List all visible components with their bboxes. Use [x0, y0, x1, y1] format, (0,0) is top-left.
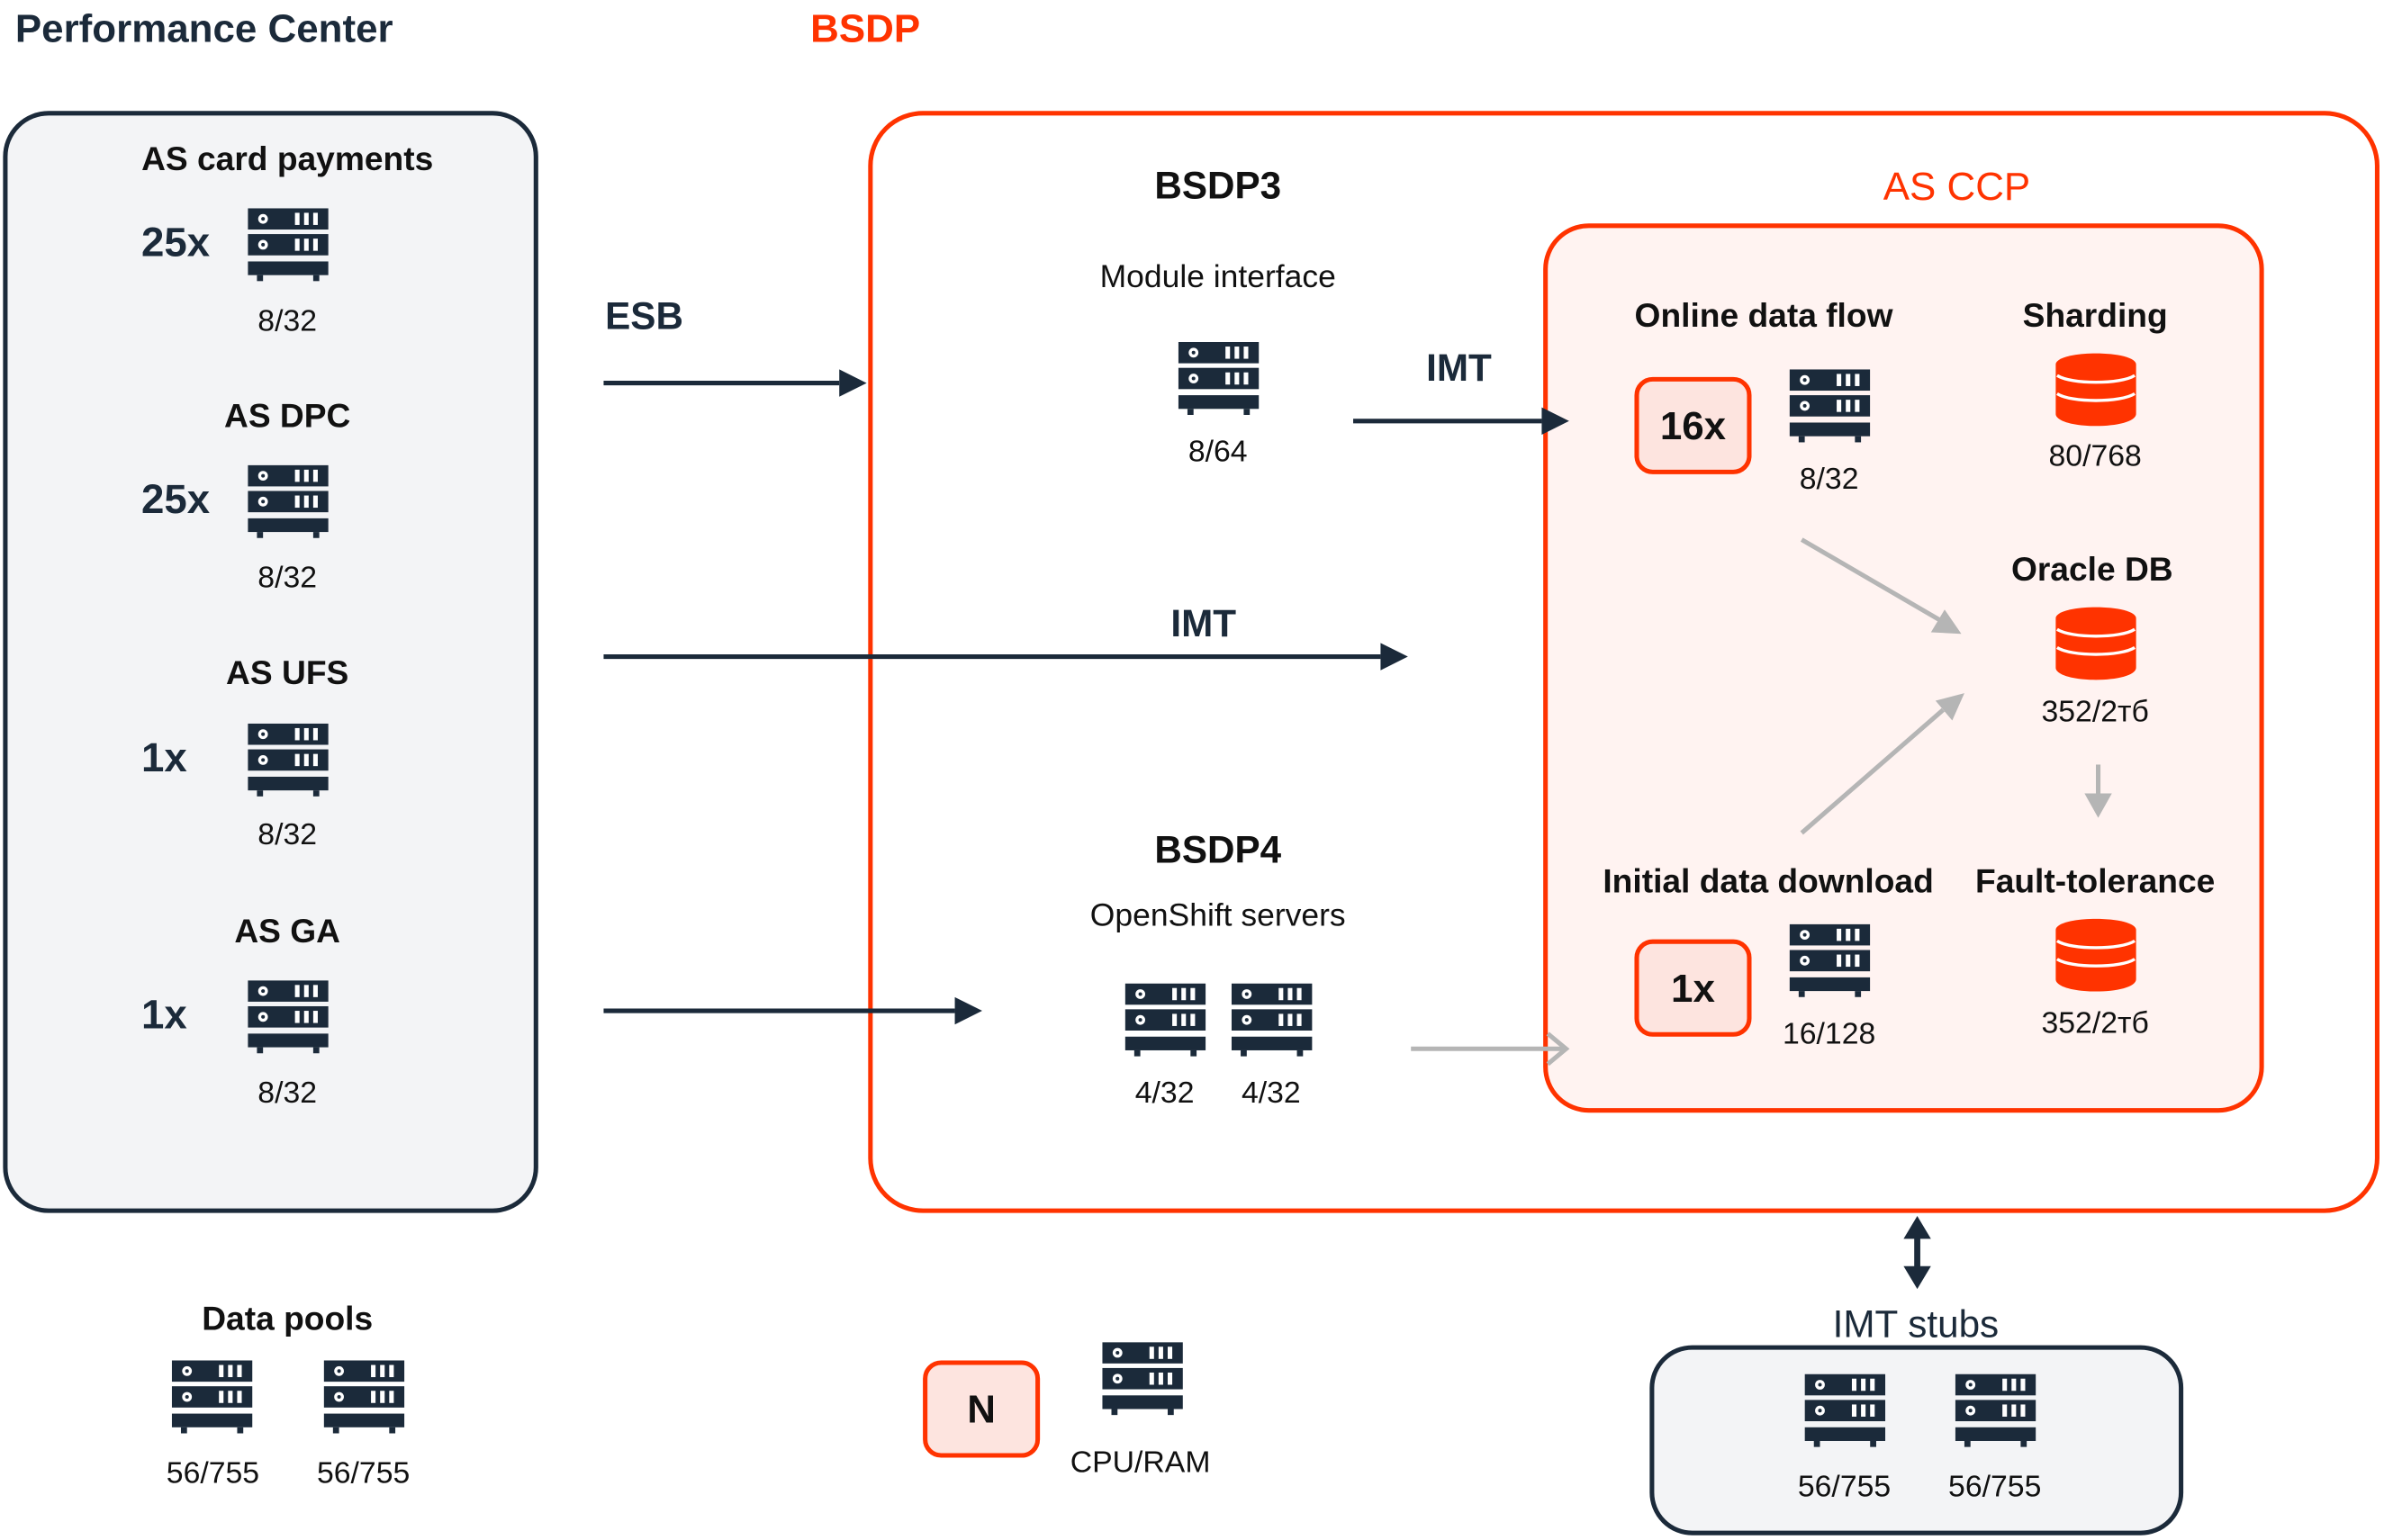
server-rack-icon: [1955, 1373, 2036, 1447]
server-rack-icon: [1124, 983, 1206, 1057]
online-data-flow-label: Online data flow: [1634, 296, 1893, 335]
group-count: 1x: [141, 734, 187, 781]
stub-spec: 56/755: [1797, 1470, 1892, 1505]
initial-data-download-label: Initial data download: [1603, 861, 1934, 900]
group-name: AS DPC: [223, 396, 351, 435]
server-rack-icon: [248, 723, 329, 797]
stub-spec: 56/755: [1948, 1470, 2042, 1505]
online-spec: 8/32: [1799, 463, 1859, 497]
database-icon: [2055, 353, 2136, 428]
sharding-spec: 80/768: [2048, 439, 2142, 474]
database-icon: [2055, 918, 2136, 993]
server-rack-icon: [1804, 1373, 1886, 1447]
architecture-diagram: Performance Center BSDP AS card payments…: [0, 0, 2384, 1540]
group-spec: 8/32: [257, 818, 318, 852]
initial-count-badge: 1x: [1634, 939, 1752, 1037]
database-icon: [2055, 607, 2136, 681]
title-bsdp: BSDP: [810, 5, 921, 51]
server-rack-icon: [1789, 923, 1871, 997]
server-rack-icon: [1231, 983, 1313, 1057]
server-rack-icon: [1178, 341, 1260, 416]
server-rack-icon: [323, 1360, 405, 1434]
bsdp4-subtitle: OpenShift servers: [1089, 898, 1346, 933]
group-count: 25x: [141, 476, 211, 523]
group-name: AS card payments: [141, 140, 434, 178]
label-esb: ESB: [605, 295, 683, 338]
bsdp4-title: BSDP4: [1154, 829, 1282, 872]
group-spec: 8/32: [257, 304, 318, 338]
ccp-title: AS CCP: [1883, 163, 2031, 210]
arrow-head: [1903, 1216, 1931, 1239]
bsdp4-spec: 4/32: [1241, 1076, 1301, 1111]
group-spec: 8/32: [257, 562, 318, 596]
bsdp4-spec: 4/32: [1134, 1076, 1195, 1111]
fault-tolerance-label: Fault-tolerance: [1975, 861, 2216, 900]
group-name: AS GA: [234, 912, 341, 950]
imt-stubs-panel: [1649, 1345, 2184, 1535]
label-imt-middle: IMT: [1170, 602, 1237, 645]
server-rack-icon: [1789, 369, 1871, 443]
server-rack-icon: [1102, 1342, 1183, 1416]
server-rack-icon: [248, 980, 329, 1054]
imt-stubs-title: IMT stubs: [1832, 1303, 2000, 1346]
arrow-head: [1903, 1265, 1931, 1290]
data-pool-spec: 56/755: [166, 1456, 260, 1490]
group-count: 25x: [141, 220, 211, 266]
oracle-db-label: Oracle DB: [2010, 550, 2173, 589]
server-rack-icon: [248, 208, 329, 282]
fault-tolerance-spec: 352/2тб: [2041, 1006, 2149, 1040]
group-count: 1x: [141, 991, 187, 1038]
label-imt-top: IMT: [1426, 347, 1492, 391]
bsdp3-subtitle: Module interface: [1099, 259, 1336, 295]
bsdp3-spec: 8/64: [1187, 435, 1248, 469]
sharding-label: Sharding: [2022, 296, 2168, 335]
data-pool-spec: 56/755: [316, 1456, 411, 1490]
oracle-db-spec: 352/2тб: [2041, 695, 2149, 729]
bsdp3-title: BSDP3: [1154, 165, 1282, 208]
server-rack-icon: [171, 1360, 253, 1434]
server-rack-icon: [248, 464, 329, 538]
legend-spec-label: CPU/RAM: [1070, 1445, 1211, 1481]
arrow-head: [839, 369, 867, 397]
title-performance-center: Performance Center: [14, 5, 393, 51]
group-name: AS UFS: [226, 653, 349, 692]
initial-spec: 16/128: [1782, 1017, 1876, 1051]
online-count-badge: 16x: [1634, 376, 1752, 474]
group-spec: 8/32: [257, 1076, 318, 1111]
legend-count-badge: N: [923, 1360, 1041, 1458]
data-pools-title: Data pools: [202, 1299, 374, 1338]
